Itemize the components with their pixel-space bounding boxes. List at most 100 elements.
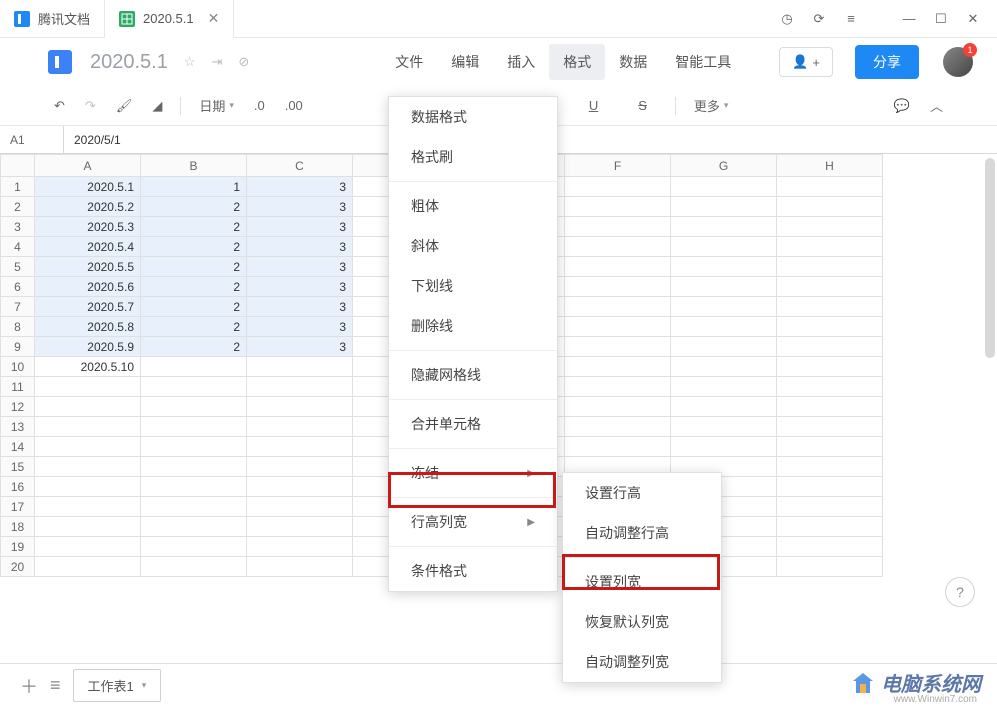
clear-format-button[interactable]: ◢ [146,94,168,118]
cell[interactable] [565,277,671,297]
cell[interactable] [777,517,883,537]
number-format-select[interactable]: 日期▾ [193,92,240,119]
cell[interactable] [247,497,353,517]
submenu-item[interactable]: 设置行高 [563,473,721,513]
cell[interactable] [777,277,883,297]
collapse-icon[interactable]: ︿ [924,92,949,119]
cell[interactable] [141,557,247,577]
cell[interactable] [565,197,671,217]
column-header[interactable]: C [247,155,353,177]
row-header[interactable]: 9 [1,337,35,357]
close-icon[interactable]: ✕ [208,10,220,27]
minimize-button[interactable]: — [901,11,917,27]
undo-button[interactable]: ↶ [48,94,71,118]
cell[interactable] [141,417,247,437]
cell[interactable]: 2 [141,317,247,337]
format-menu-item[interactable]: 隐藏网格线 [389,355,557,395]
row-header[interactable]: 13 [1,417,35,437]
row-header[interactable]: 3 [1,217,35,237]
cell[interactable] [777,317,883,337]
row-header[interactable]: 19 [1,537,35,557]
cell[interactable] [247,457,353,477]
cell[interactable] [565,337,671,357]
cell[interactable] [777,297,883,317]
menu-编辑[interactable]: 编辑 [437,44,493,80]
cell[interactable]: 3 [247,217,353,237]
row-header[interactable]: 12 [1,397,35,417]
submenu-item[interactable]: 恢复默认列宽 [563,602,721,642]
cell[interactable] [35,397,141,417]
row-header[interactable]: 8 [1,317,35,337]
cell[interactable] [35,517,141,537]
cell[interactable] [671,377,777,397]
cell[interactable] [35,477,141,497]
cell[interactable]: 2020.5.2 [35,197,141,217]
row-header[interactable]: 4 [1,237,35,257]
cell[interactable] [777,337,883,357]
cell[interactable] [247,517,353,537]
list-sheets-button[interactable]: ≡ [50,675,61,696]
cell[interactable]: 2 [141,197,247,217]
cell[interactable] [247,477,353,497]
cell[interactable] [565,357,671,377]
row-header[interactable]: 20 [1,557,35,577]
format-menu-item[interactable]: 斜体 [389,226,557,266]
format-menu-item[interactable]: 数据格式 [389,97,557,137]
cell[interactable] [671,337,777,357]
format-menu-item[interactable]: 行高列宽▶ [389,502,557,542]
cell[interactable] [777,257,883,277]
cell[interactable]: 2 [141,237,247,257]
format-painter-button[interactable]: 🖌 [110,94,139,118]
tab-tencent-docs[interactable]: 腾讯文档 [0,0,105,38]
cell[interactable] [247,377,353,397]
cell[interactable] [565,217,671,237]
tab-document[interactable]: 2020.5.1 ✕ [105,0,234,38]
cell[interactable] [565,177,671,197]
cell[interactable] [141,457,247,477]
cell[interactable] [565,297,671,317]
cell[interactable]: 3 [247,197,353,217]
cell[interactable] [777,417,883,437]
cell[interactable]: 2020.5.4 [35,237,141,257]
cell[interactable]: 2020.5.1 [35,177,141,197]
underline-button[interactable]: U [583,94,604,117]
cell[interactable] [247,417,353,437]
menu-插入[interactable]: 插入 [493,44,549,80]
cell[interactable] [777,357,883,377]
cell[interactable]: 2 [141,337,247,357]
cell[interactable]: 3 [247,177,353,197]
menu-文件[interactable]: 文件 [381,44,437,80]
cell[interactable]: 2020.5.6 [35,277,141,297]
cell[interactable]: 2020.5.10 [35,357,141,377]
menu-数据[interactable]: 数据 [605,44,661,80]
cell[interactable] [565,257,671,277]
cell[interactable] [35,497,141,517]
cell[interactable] [671,437,777,457]
cell[interactable]: 2 [141,277,247,297]
cell[interactable] [671,277,777,297]
row-header[interactable]: 16 [1,477,35,497]
column-header[interactable]: G [671,155,777,177]
cell[interactable] [247,537,353,557]
cell[interactable] [35,457,141,477]
cell[interactable] [247,357,353,377]
cell[interactable] [565,317,671,337]
row-header[interactable]: 5 [1,257,35,277]
row-header[interactable]: 1 [1,177,35,197]
cell[interactable] [247,437,353,457]
row-header[interactable]: 17 [1,497,35,517]
cell[interactable] [141,357,247,377]
cell[interactable]: 2020.5.8 [35,317,141,337]
column-header[interactable]: H [777,155,883,177]
cell[interactable]: 3 [247,257,353,277]
cell[interactable] [777,477,883,497]
cell[interactable] [247,557,353,577]
history-icon[interactable]: ◷ [779,11,795,27]
cell[interactable] [777,397,883,417]
cell[interactable] [777,557,883,577]
cell[interactable] [35,377,141,397]
format-menu-item[interactable]: 粗体 [389,186,557,226]
cell[interactable] [777,217,883,237]
more-button[interactable]: 更多▾ [688,92,735,119]
cell[interactable] [671,397,777,417]
